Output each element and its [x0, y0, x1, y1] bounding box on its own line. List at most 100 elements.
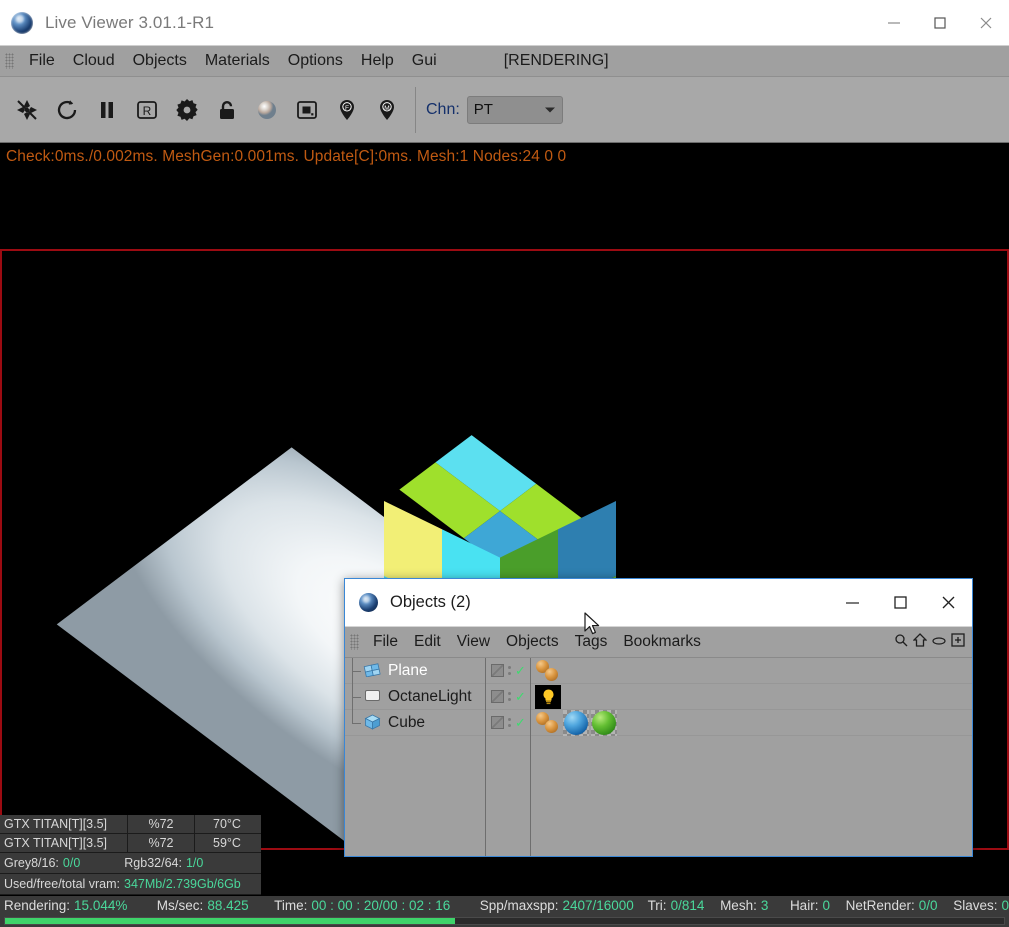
- status-label: Mesh:: [720, 898, 757, 913]
- object-row-octanelight[interactable]: OctaneLight: [345, 684, 485, 710]
- dlg-menu-item-edit[interactable]: Edit: [406, 631, 449, 653]
- svg-text:M: M: [384, 105, 389, 112]
- menu-item-cloud[interactable]: Cloud: [64, 47, 124, 75]
- menu-item-help[interactable]: Help: [352, 47, 403, 75]
- render-progress-bar: [4, 917, 1005, 925]
- gpu-name: GTX TITAN[T][3.5]: [0, 814, 128, 834]
- maximize-icon[interactable]: [876, 579, 924, 627]
- blue-material-tag[interactable]: [563, 709, 589, 736]
- menu-item-file[interactable]: File: [20, 47, 64, 75]
- green-material-tag[interactable]: [591, 709, 617, 736]
- objects-dialog-tools: [894, 632, 972, 652]
- visibility-box-icon[interactable]: [491, 664, 504, 677]
- close-icon[interactable]: [963, 0, 1009, 46]
- gpu-name: GTX TITAN[T][3.5]: [0, 833, 128, 853]
- visibility-box-icon[interactable]: [491, 690, 504, 703]
- settings-gear-icon[interactable]: [170, 93, 204, 127]
- menu-item-objects[interactable]: Objects: [124, 47, 196, 75]
- mouse-pointer-icon: [584, 612, 601, 642]
- maximize-icon[interactable]: [917, 0, 963, 46]
- status-time: Time: 00 : 00 : 20/00 : 02 : 16: [274, 898, 450, 913]
- menu-item-materials[interactable]: Materials: [196, 47, 279, 75]
- object-tags-column: [531, 658, 972, 856]
- status-spp: Spp/maxspp: 2407/16000: [480, 898, 634, 913]
- status-value: 0: [1001, 898, 1009, 913]
- region-render-icon[interactable]: R: [130, 93, 164, 127]
- octane-object-tag[interactable]: [535, 659, 561, 683]
- visibility-controls[interactable]: ✓: [486, 710, 530, 736]
- material-pin-icon[interactable]: M: [370, 93, 404, 127]
- status-bar: Rendering: 15.044% Ms/sec: 88.425 Time: …: [0, 896, 1009, 927]
- refresh-icon[interactable]: [50, 93, 84, 127]
- dlg-menu-item-bookmarks[interactable]: Bookmarks: [615, 631, 709, 653]
- object-visibility-column: ✓ ✓ ✓: [486, 658, 531, 856]
- menu-item-gui[interactable]: Gui: [403, 47, 446, 75]
- toolbar-separator: [415, 86, 416, 133]
- focus-pin-icon[interactable]: F: [330, 93, 364, 127]
- tag-row[interactable]: [531, 658, 972, 684]
- tag-row[interactable]: [531, 709, 972, 736]
- eye-icon[interactable]: [932, 633, 946, 651]
- objects-dialog[interactable]: Objects (2) File Edit View Objects Tags …: [344, 578, 973, 857]
- visibility-controls[interactable]: ✓: [486, 684, 530, 710]
- main-menu-bar: File Cloud Objects Materials Options Hel…: [0, 46, 1009, 77]
- visibility-dots-icon[interactable]: [508, 666, 511, 675]
- tag-row[interactable]: [531, 684, 972, 710]
- vram-value: 347Mb/2.739Gb/6Gb: [124, 877, 241, 891]
- enabled-check-icon[interactable]: ✓: [515, 690, 526, 703]
- channel-label: Chn:: [426, 100, 460, 118]
- visibility-controls[interactable]: ✓: [486, 658, 530, 684]
- status-value: 88.425: [207, 898, 249, 913]
- svg-text:R: R: [143, 104, 152, 118]
- status-value: 0/0: [918, 898, 938, 913]
- material-sphere-icon[interactable]: [250, 93, 284, 127]
- search-icon[interactable]: [894, 633, 908, 652]
- octane-object-tag[interactable]: [535, 711, 561, 735]
- close-icon[interactable]: [924, 579, 972, 627]
- status-value: 0/814: [670, 898, 705, 913]
- picture-in-picture-icon[interactable]: [290, 93, 324, 127]
- status-value: 0: [822, 898, 830, 913]
- live-viewer-window: Live Viewer 3.01.1-R1 File Cloud Objects…: [0, 0, 1009, 927]
- render-region-border-left: [0, 249, 2, 850]
- dlg-menu-item-objects[interactable]: Objects: [498, 631, 567, 653]
- menu-item-options[interactable]: Options: [279, 47, 352, 75]
- expand-icon[interactable]: [951, 632, 965, 652]
- cube-object-icon: [363, 714, 382, 731]
- svg-text:F: F: [345, 105, 349, 112]
- channel-select[interactable]: PT: [466, 95, 563, 124]
- visibility-dots-icon[interactable]: [508, 718, 511, 727]
- minimize-icon[interactable]: [828, 579, 876, 627]
- enabled-check-icon[interactable]: ✓: [515, 664, 526, 677]
- objects-dialog-window-controls: [828, 579, 972, 627]
- object-name: OctaneLight: [388, 687, 472, 705]
- object-row-cube[interactable]: Cube: [345, 710, 485, 736]
- main-toolbar: R F M Chn: PT: [0, 77, 1009, 143]
- restart-render-icon[interactable]: [10, 93, 44, 127]
- objects-dialog-title-bar: Objects (2): [345, 579, 972, 627]
- gpu-temperature: 59°C: [213, 835, 241, 850]
- lock-icon[interactable]: [210, 93, 244, 127]
- home-icon[interactable]: [912, 632, 928, 652]
- status-value: 3: [760, 898, 769, 913]
- rgb-buffer-value: 1/0: [185, 856, 204, 870]
- dlg-menu-item-view[interactable]: View: [449, 631, 498, 653]
- object-name-column: Plane OctaneLight Cube: [345, 658, 486, 856]
- status-label: Spp/maxspp:: [479, 898, 559, 913]
- light-tag[interactable]: [535, 684, 561, 709]
- menu-grip-icon[interactable]: [5, 53, 14, 69]
- status-label: Time:: [274, 898, 308, 913]
- object-row-plane[interactable]: Plane: [345, 658, 485, 684]
- minimize-icon[interactable]: [871, 0, 917, 46]
- pause-icon[interactable]: [90, 93, 124, 127]
- dlg-menu-item-file[interactable]: File: [365, 631, 406, 653]
- light-object-icon: [363, 688, 382, 705]
- status-value: 15.044%: [74, 898, 128, 913]
- objects-tree[interactable]: Plane OctaneLight Cube ✓ ✓ ✓: [345, 658, 972, 856]
- visibility-box-icon[interactable]: [491, 716, 504, 729]
- menu-grip-icon[interactable]: [350, 634, 359, 650]
- enabled-check-icon[interactable]: ✓: [515, 716, 526, 729]
- vram-label: Used/free/total vram:: [4, 877, 121, 891]
- memory-row: Grey8/16: 0/0 Rgb32/64: 1/0: [0, 853, 261, 874]
- visibility-dots-icon[interactable]: [508, 692, 511, 701]
